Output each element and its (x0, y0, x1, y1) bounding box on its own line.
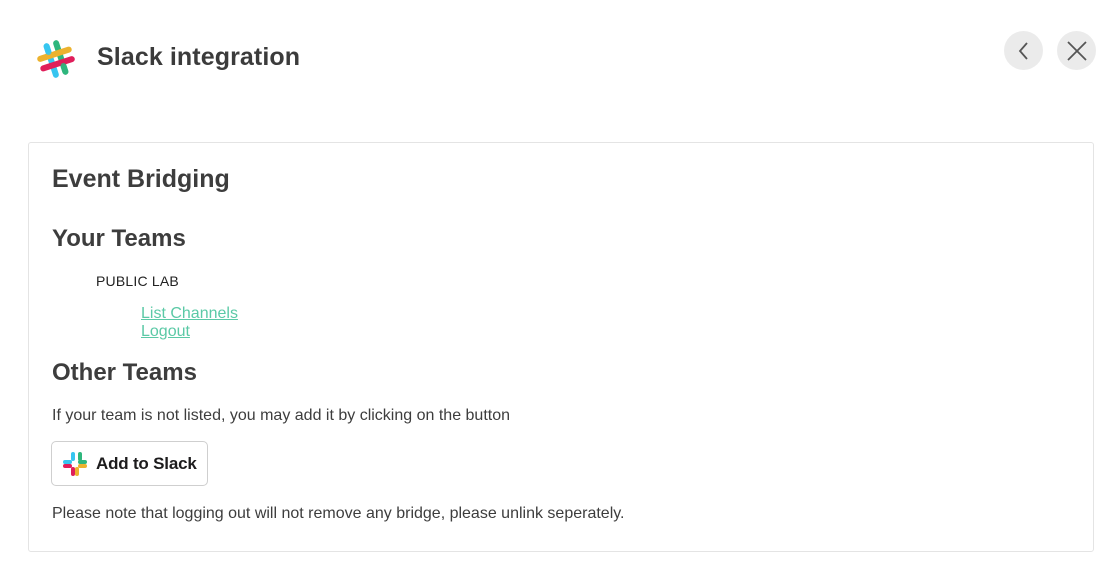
slack-logo-icon (37, 40, 75, 78)
slack-logo-icon (63, 451, 87, 476)
add-to-slack-prefix: Add to (96, 453, 149, 473)
add-team-instruction: If your team is not listed, you may add … (52, 407, 511, 424)
page-title: Slack integration (97, 43, 301, 71)
close-icon (1066, 40, 1087, 61)
list-channels-link[interactable]: List Channels (141, 305, 238, 323)
event-bridging-card: Event Bridging Your Teams PUBLIC LAB Lis… (28, 142, 1094, 552)
add-to-slack-button[interactable]: Add to Slack (51, 441, 208, 486)
section-heading: Event Bridging (52, 165, 230, 193)
chevron-left-icon (1018, 41, 1028, 60)
team-name: PUBLIC LAB (96, 273, 179, 289)
logout-note: Please note that logging out will not re… (52, 505, 625, 522)
close-button[interactable] (1057, 31, 1096, 70)
logout-link[interactable]: Logout (141, 323, 190, 341)
other-teams-heading: Other Teams (52, 359, 197, 386)
your-teams-heading: Your Teams (52, 225, 186, 252)
add-to-slack-label: Add to Slack (96, 454, 197, 474)
back-button[interactable] (1004, 31, 1043, 70)
page-header: Slack integration (0, 0, 1120, 120)
add-to-slack-brand: Slack (153, 453, 197, 473)
